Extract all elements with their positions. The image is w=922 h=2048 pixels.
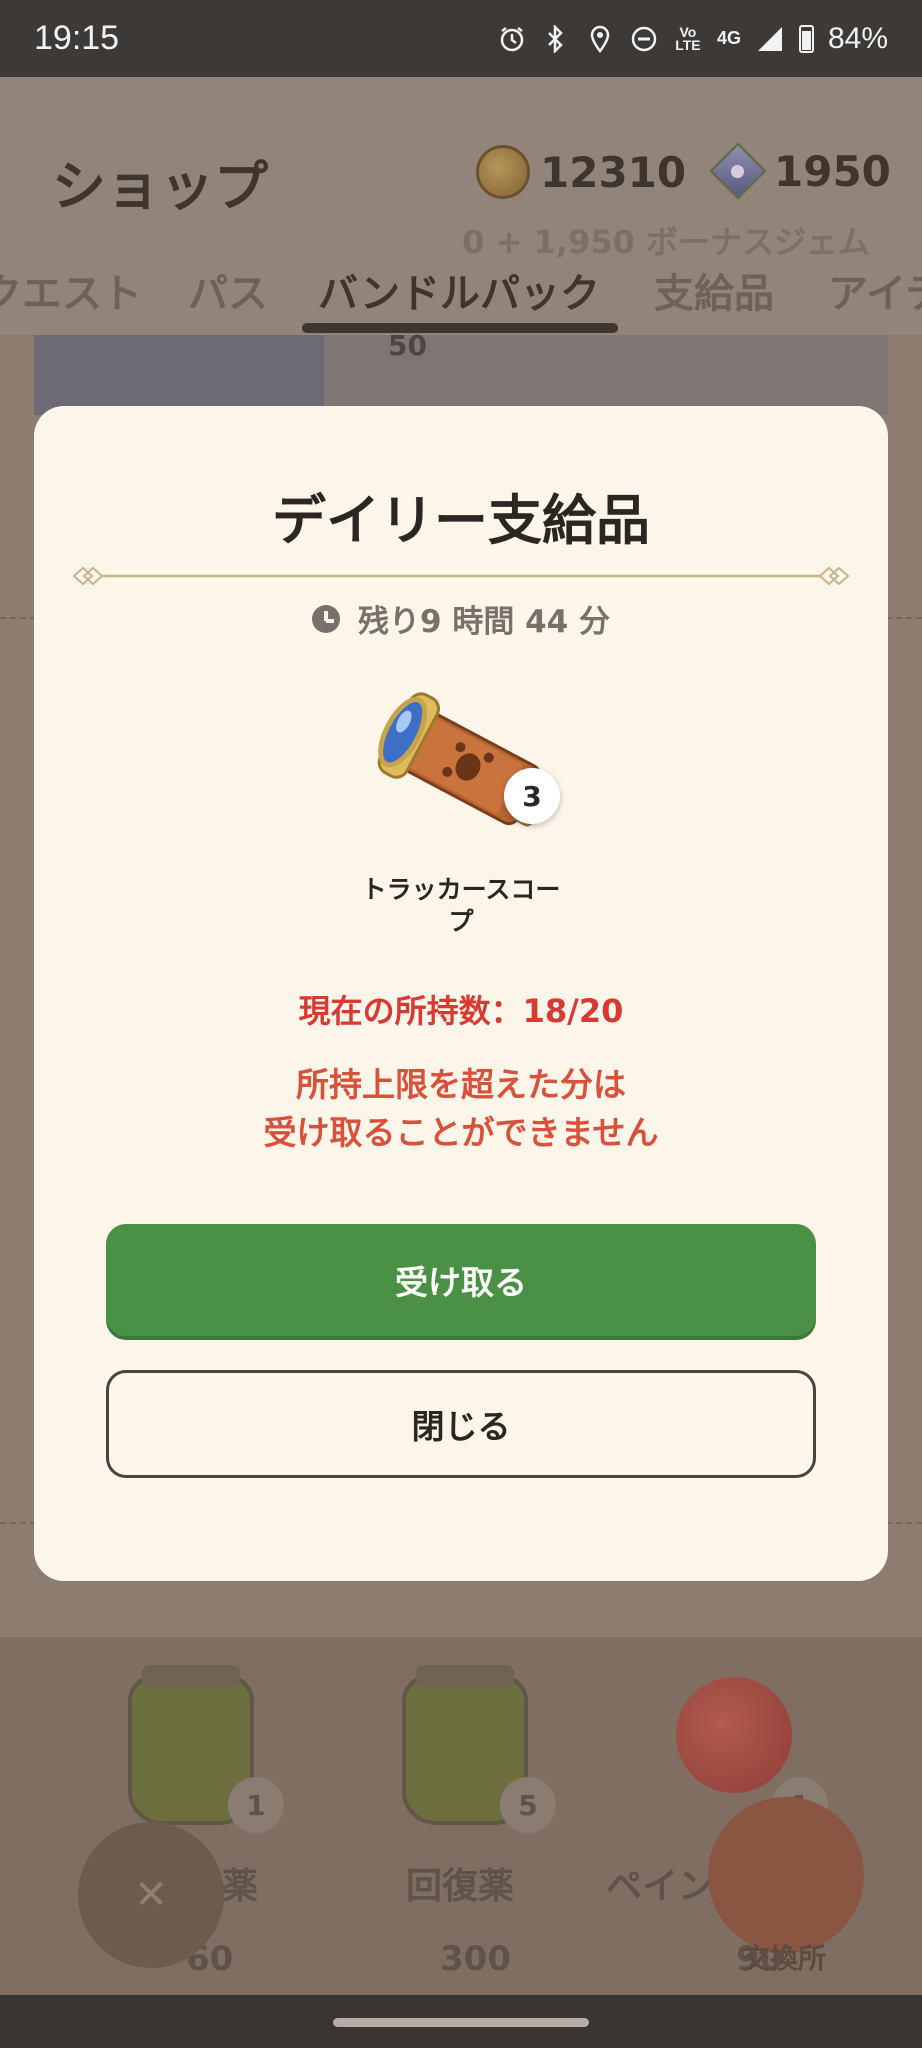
tab-supplies[interactable]: 支給品 [654, 261, 774, 319]
receive-button[interactable]: 受け取る [106, 1224, 816, 1336]
coin-icon [476, 145, 530, 199]
daily-supply-dialog: デイリー支給品 残り9 時間 44 分 3 トラッカースコー プ 現在の所持数：… [34, 406, 888, 1581]
dnd-icon [629, 24, 659, 54]
network-type: 4G [716, 28, 741, 48]
item-quantity-badge: 3 [504, 768, 560, 824]
active-tab-indicator [302, 323, 618, 333]
exchange-button[interactable] [708, 1797, 864, 1953]
battery-icon [798, 24, 814, 53]
limit-warning-line2: 受け取ることができません [263, 1113, 659, 1152]
signal-icon [755, 24, 785, 54]
coin-amount: 12310 [540, 147, 687, 197]
remaining-time-text: 残り9 時間 44 分 [357, 604, 611, 640]
status-icons: Vo LTE 4G 84% [497, 22, 888, 56]
remaining-time: 残り9 時間 44 分 [34, 596, 888, 641]
item-count-badge: 1 [228, 1777, 284, 1833]
tab-quest[interactable]: クエスト [0, 261, 142, 319]
gem-paw-icon: ● [709, 142, 767, 200]
status-bar: 19:15 Vo LTE 4G 84% [0, 0, 922, 77]
gem-balance[interactable]: ● 1950 [709, 142, 891, 200]
bonus-gems: 0 + 1,950 ボーナスジェム [462, 223, 870, 261]
bundle-image [34, 335, 324, 415]
tab-pass[interactable]: パス [188, 261, 268, 319]
item-name: 回復薬 [406, 1866, 515, 1907]
item-price: 300 [440, 1939, 511, 1979]
dialog-title: デイリー支給品 [272, 489, 650, 552]
coin-balance[interactable]: 12310 [476, 145, 686, 199]
limit-warning-line1: 所持上限を超えた分は [296, 1065, 626, 1104]
item-name: ペイン [606, 1866, 715, 1907]
item-name-line2: プ [448, 907, 474, 936]
clock-icon [311, 604, 340, 633]
item-name: トラッカースコー プ [361, 874, 561, 938]
page-title: ショップ [52, 155, 268, 218]
battery-percent: 84% [827, 21, 888, 55]
exchange-label: 交換所 [742, 1942, 827, 1975]
location-icon [585, 24, 615, 54]
ornament-divider [72, 566, 850, 586]
bundle-badge: 50 [388, 329, 427, 362]
alarm-icon [497, 24, 527, 54]
paint-ball-icon [676, 1677, 792, 1793]
item-count-badge: 5 [500, 1777, 556, 1833]
close-button[interactable]: 閉じる [106, 1370, 816, 1478]
bluetooth-icon [541, 24, 571, 54]
gem-amount: 1950 [774, 146, 891, 196]
tab-bundle-pack[interactable]: バンドルパック [318, 261, 600, 319]
item-name-line1: トラッカースコー [361, 875, 561, 904]
tab-items[interactable]: アイテ [828, 261, 922, 319]
home-gesture-handle[interactable] [333, 2018, 589, 2027]
owned-count: 現在の所持数：18/20 [298, 992, 624, 1030]
status-time: 19:15 [34, 19, 120, 57]
close-icon[interactable]: ✕ [78, 1822, 224, 1968]
limit-warning: 所持上限を超えた分は 受け取ることができません [34, 1061, 888, 1157]
volte-icon: Vo LTE [675, 23, 701, 53]
